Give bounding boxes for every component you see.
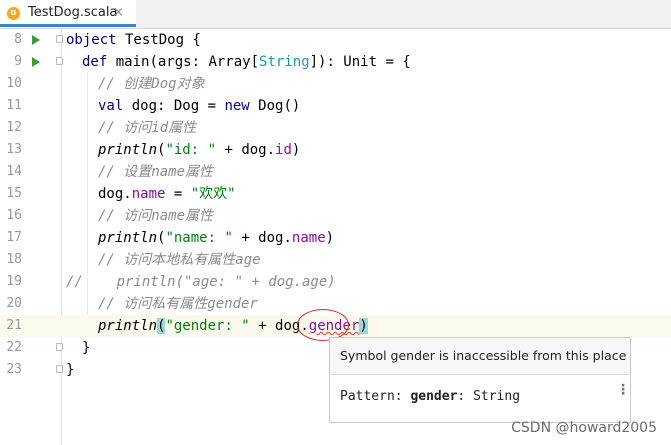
tab-label: TestDog.scala	[28, 5, 118, 20]
code-line[interactable]: 18 // 访问本地私有属性age	[0, 249, 671, 271]
tooltip-pattern: Pattern: gender: String	[340, 389, 521, 404]
comment: // 创建Dog对象	[98, 76, 205, 92]
run-icon[interactable]	[32, 35, 40, 45]
tab-testdog-scala[interactable]: o TestDog.scala ×	[0, 0, 136, 27]
code-line[interactable]: 11 val dog: Dog = new Dog()	[0, 95, 671, 117]
code-text: def main(args: Array[String]): Unit = {	[82, 54, 411, 70]
tooltip-header: Symbol gender is inaccessible from this …	[330, 338, 630, 375]
code-text: println("id: " + dog.id)	[98, 142, 301, 158]
code-text: }	[66, 362, 75, 378]
line-number: 21	[6, 318, 22, 333]
comment: // 访问name属性	[98, 208, 214, 224]
code-line[interactable]: 12 // 访问id属性	[0, 117, 671, 139]
comment: // 访问本地私有属性age	[98, 252, 261, 268]
line-number: 17	[6, 230, 22, 245]
line-number: 14	[6, 164, 22, 179]
editor-tab-bar: o TestDog.scala ×	[0, 0, 671, 29]
code-text: val dog: Dog = new Dog()	[98, 98, 301, 114]
line-number: 18	[6, 252, 22, 267]
code-line[interactable]: 9 def main(args: Array[String]): Unit = …	[0, 51, 671, 73]
code-line[interactable]: 13 println("id: " + dog.id)	[0, 139, 671, 161]
comment: // 访问id属性	[98, 120, 197, 136]
comment: // 设置name属性	[98, 164, 214, 180]
code-line[interactable]: 8 object TestDog {	[0, 29, 671, 51]
line-number: 13	[6, 142, 22, 157]
code-line[interactable]: 16 // 访问name属性	[0, 205, 671, 227]
code-text: dog.name = "欢欢"	[98, 186, 236, 202]
close-icon[interactable]: ×	[113, 5, 124, 21]
line-number: 8	[14, 32, 22, 47]
line-number: 12	[6, 120, 22, 135]
error-symbol-gender: gender	[308, 318, 360, 334]
line-number: 19	[6, 274, 22, 289]
code-text: println("name: " + dog.name)	[98, 230, 335, 246]
line-number: 22	[6, 340, 22, 355]
fold-icon[interactable]	[56, 343, 63, 351]
line-number: 9	[14, 54, 22, 69]
tooltip-error-message: Symbol gender is inaccessible from this …	[340, 348, 627, 363]
line-number: 15	[6, 186, 22, 201]
fold-icon[interactable]	[56, 35, 63, 43]
watermark: CSDN @howard2005	[511, 420, 657, 436]
code-line[interactable]: 17 println("name: " + dog.name)	[0, 227, 671, 249]
scala-object-icon: o	[7, 7, 20, 20]
code-line[interactable]: 10 // 创建Dog对象	[0, 73, 671, 95]
error-tooltip: Symbol gender is inaccessible from this …	[329, 337, 631, 423]
fold-icon[interactable]	[56, 365, 63, 373]
code-line[interactable]: 14 // 设置name属性	[0, 161, 671, 183]
line-number: 11	[6, 98, 22, 113]
current-code-line[interactable]: 21 println("gender: " + dog.gender)	[0, 315, 671, 337]
line-number: 20	[6, 296, 22, 311]
tooltip-body: Pattern: gender: String ⋮	[330, 375, 630, 422]
code-text: object TestDog {	[66, 32, 201, 48]
code-text: }	[82, 340, 91, 356]
code-line[interactable]: 15 dog.name = "欢欢"	[0, 183, 671, 205]
comment: // 访问私有属性gender	[98, 296, 258, 312]
line-number: 16	[6, 208, 22, 223]
code-text: println("gender: " + dog.gender)	[98, 318, 368, 334]
run-icon[interactable]	[32, 57, 40, 67]
more-options-icon[interactable]: ⋮	[616, 383, 630, 397]
code-line[interactable]: 19 // println("age: " + dog.age)	[0, 271, 671, 293]
line-number: 23	[6, 362, 22, 377]
fold-icon[interactable]	[56, 57, 63, 65]
code-line[interactable]: 20 // 访问私有属性gender	[0, 293, 671, 315]
commented-code: // println("age: " + dog.age)	[66, 274, 336, 290]
line-number: 10	[6, 76, 22, 91]
